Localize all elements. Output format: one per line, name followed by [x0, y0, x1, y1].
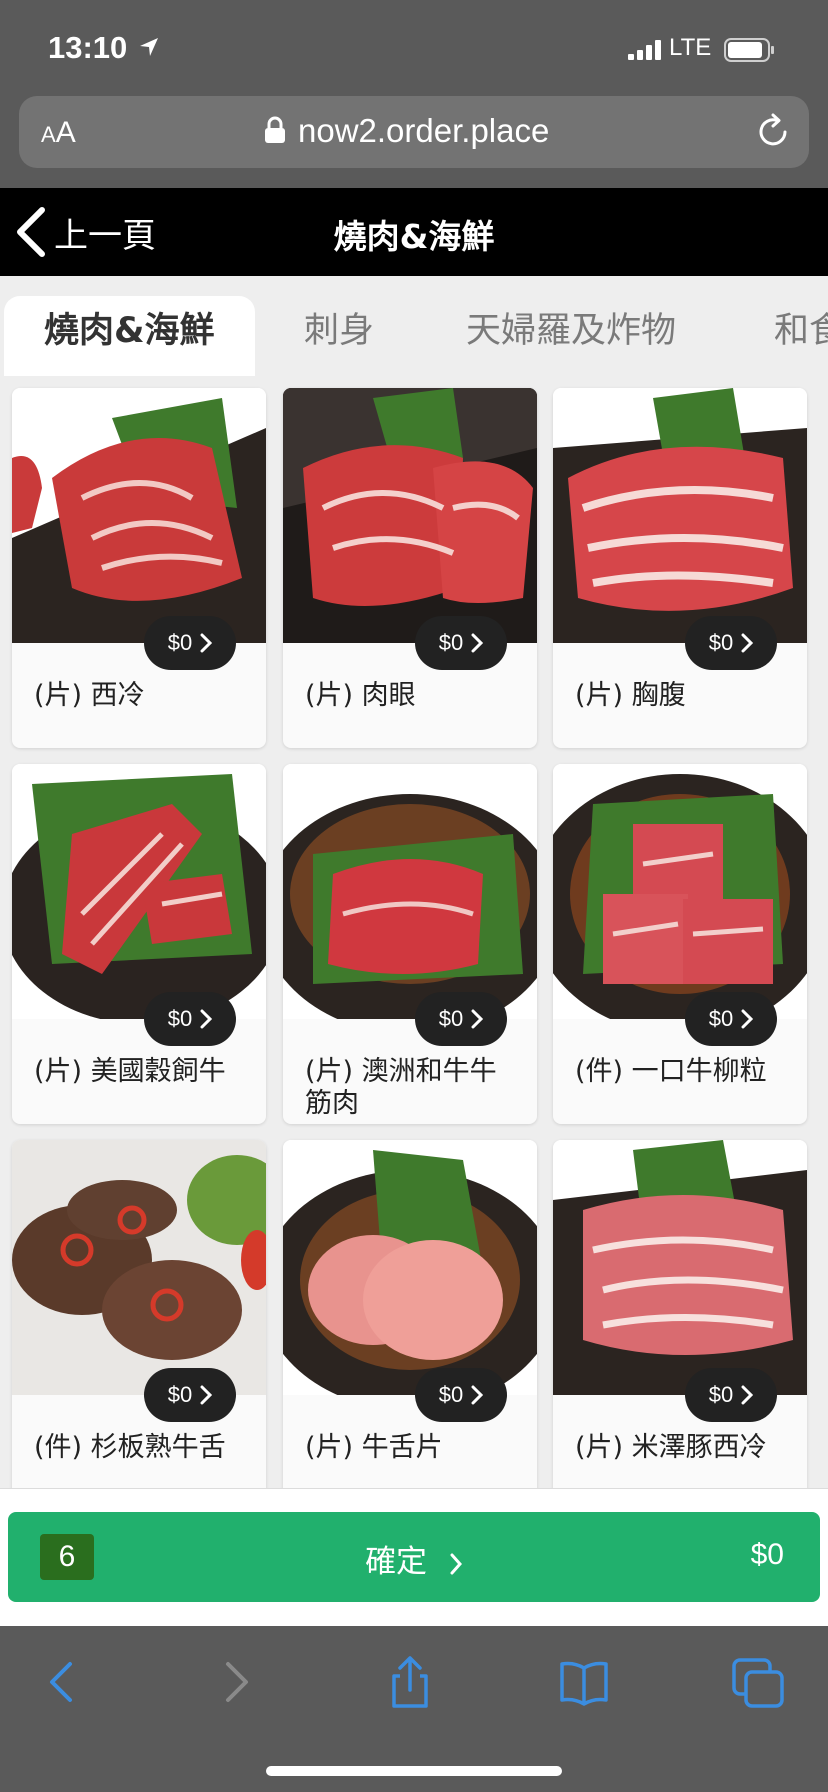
reload-icon[interactable]: [755, 112, 791, 150]
product-card[interactable]: $0 (片) 西冷: [12, 388, 266, 748]
product-name: (片) 美國穀飼牛: [34, 1056, 226, 1087]
price-button[interactable]: $0: [685, 616, 777, 670]
product-name: (件) 杉板熟牛舌: [34, 1432, 226, 1463]
chevron-right-icon: [741, 1009, 754, 1029]
app-header: 上一頁 燒肉&海鮮: [0, 188, 828, 276]
product-name: (片) 肉眼: [305, 680, 416, 711]
price-label: $0: [167, 1382, 193, 1407]
battery-icon: [724, 38, 774, 62]
price-label: $0: [438, 630, 464, 655]
product-name: (片) 米澤豚西冷: [575, 1432, 767, 1463]
product-image: [12, 764, 266, 1019]
product-card[interactable]: $0 (片) 肉眼: [283, 388, 537, 748]
product-image: [283, 1140, 537, 1395]
price-button[interactable]: $0: [685, 1368, 777, 1422]
text-size-small-label: A: [41, 122, 56, 147]
tab-sashimi[interactable]: 刺身: [304, 296, 374, 376]
bookmarks-icon[interactable]: [556, 1654, 612, 1710]
text-size-button[interactable]: AA: [41, 116, 76, 150]
chevron-right-icon: [450, 1553, 462, 1574]
price-button[interactable]: $0: [415, 616, 507, 670]
product-image: [283, 388, 537, 643]
home-indicator: [266, 1766, 562, 1776]
product-card[interactable]: $0 (片) 牛舌片: [283, 1140, 537, 1488]
product-image: [553, 388, 807, 643]
text-size-large-label: A: [55, 116, 76, 149]
share-icon[interactable]: [382, 1654, 438, 1710]
url-text[interactable]: now2.order.place: [298, 112, 549, 150]
forward-arrow-icon[interactable]: [208, 1654, 264, 1710]
product-name: (片) 牛舌片: [305, 1432, 443, 1463]
network-type: LTE: [669, 34, 712, 61]
product-card[interactable]: $0 (片) 美國穀飼牛: [12, 764, 266, 1124]
price-label: $0: [438, 1382, 464, 1407]
product-image: [283, 764, 537, 1019]
product-name: (片) 澳洲和牛牛筋肉: [305, 1056, 497, 1119]
product-image: [553, 764, 807, 1019]
confirm-label-wrap: 確定: [8, 1536, 820, 1581]
price-button[interactable]: $0: [144, 992, 236, 1046]
product-image: [12, 388, 266, 643]
browser-top-bar: 13:10 LTE AA now2.order.place: [0, 0, 828, 188]
lock-icon: [265, 116, 285, 143]
browser-toolbar: [0, 1626, 828, 1792]
price-label: $0: [708, 1006, 734, 1031]
address-bar[interactable]: AA now2.order.place: [19, 96, 809, 168]
price-button[interactable]: $0: [415, 1368, 507, 1422]
price-button[interactable]: $0: [144, 1368, 236, 1422]
product-card[interactable]: $0 (件) 一口牛柳粒: [553, 764, 807, 1124]
signal-bars-icon: [628, 40, 661, 60]
price-label: $0: [708, 1382, 734, 1407]
category-tabs: 燒肉&海鮮 刺身 天婦羅及炸物 和食: [0, 276, 828, 376]
price-label: $0: [438, 1006, 464, 1031]
product-card[interactable]: $0 (件) 杉板熟牛舌: [12, 1140, 266, 1488]
chevron-right-icon: [200, 633, 213, 653]
chevron-right-icon: [741, 633, 754, 653]
chevron-right-icon: [471, 1385, 484, 1405]
confirm-label: 確定: [365, 1544, 428, 1580]
product-name: (片) 西冷: [34, 680, 145, 711]
product-name: (件) 一口牛柳粒: [575, 1056, 767, 1087]
price-label: $0: [708, 630, 734, 655]
chevron-right-icon: [471, 1009, 484, 1029]
chevron-right-icon: [471, 633, 484, 653]
chevron-right-icon: [200, 1385, 213, 1405]
tab-japanese-food[interactable]: 和食: [774, 296, 828, 376]
product-card[interactable]: $0 (片) 米澤豚西冷: [553, 1140, 807, 1488]
price-button[interactable]: $0: [415, 992, 507, 1046]
price-button[interactable]: $0: [685, 992, 777, 1046]
product-card[interactable]: $0 (片) 澳洲和牛牛筋肉: [283, 764, 537, 1124]
tab-tempura-fried[interactable]: 天婦羅及炸物: [466, 296, 676, 376]
order-total: $0: [750, 1538, 784, 1571]
chevron-right-icon: [200, 1009, 213, 1029]
product-card[interactable]: $0 (片) 胸腹: [553, 388, 807, 748]
page-title: 燒肉&海鮮: [333, 217, 495, 256]
confirm-button[interactable]: 6 確定 $0: [8, 1512, 820, 1602]
price-label: $0: [167, 630, 193, 655]
status-time: 13:10: [48, 30, 128, 65]
product-image: [553, 1140, 807, 1395]
location-arrow-icon: [140, 38, 158, 56]
price-button[interactable]: $0: [144, 616, 236, 670]
chevron-right-icon: [741, 1385, 754, 1405]
product-image: [12, 1140, 266, 1395]
product-name: (片) 胸腹: [575, 680, 686, 711]
price-label: $0: [167, 1006, 193, 1031]
tab-bbq-seafood[interactable]: 燒肉&海鮮: [4, 296, 255, 376]
order-footer: 6 確定 $0: [0, 1488, 828, 1626]
product-grid: $0 (片) 西冷 $0 (片) 肉眼 $0 (片) 胸腹 $0 (片) 美國穀…: [0, 376, 828, 1488]
back-arrow-icon[interactable]: [34, 1654, 90, 1710]
tabs-icon[interactable]: [730, 1654, 786, 1710]
